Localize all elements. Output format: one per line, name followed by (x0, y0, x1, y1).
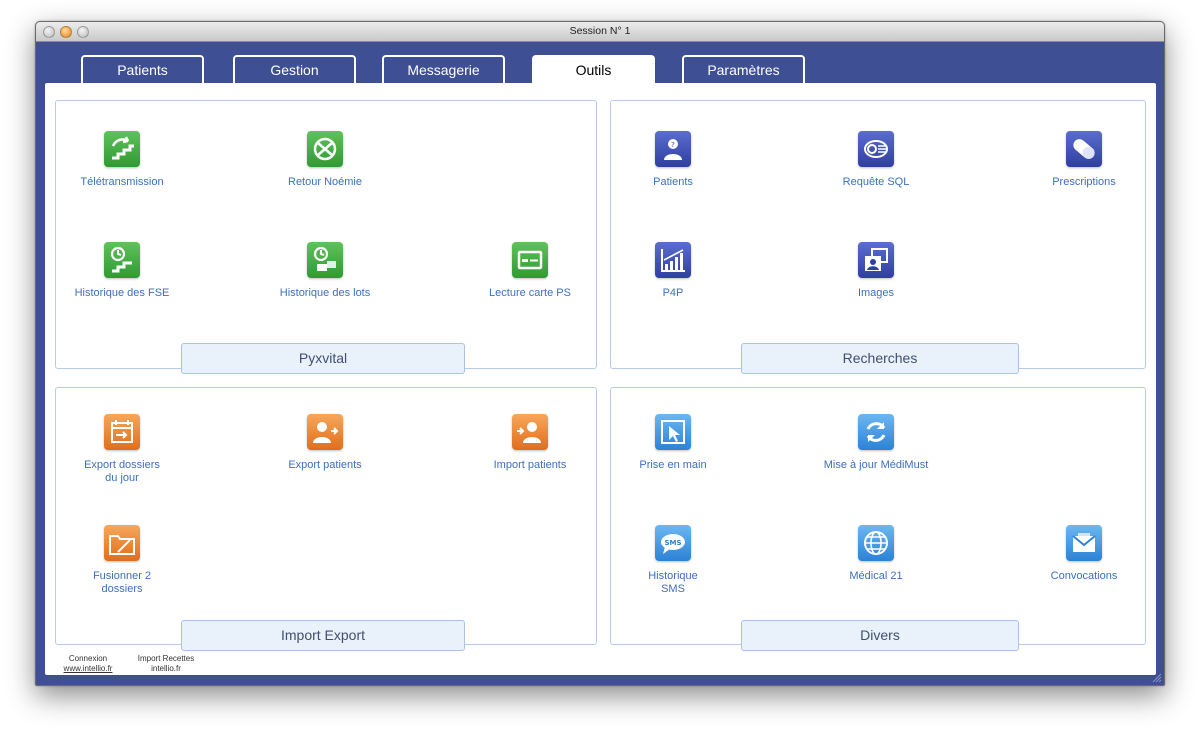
export-dossiers-jour-button[interactable]: Export dossiers du jour (52, 414, 192, 485)
retour-noemie-button[interactable]: Retour Noémie (255, 131, 395, 189)
historique-sms-label: Historique SMS (648, 570, 698, 595)
historique-lots-label: Historique des lots (279, 287, 371, 299)
convocations-label: Convocations (1050, 570, 1118, 582)
historique-fse-button[interactable]: Historique des FSE (52, 242, 192, 300)
app-window: Session N° 1 Patients Gestion Messagerie… (35, 21, 1165, 686)
noemie-return-icon (307, 131, 343, 167)
sms-icon: SMS (655, 525, 691, 561)
import-export-panel: Export dossiers du jour Export patients … (52, 387, 600, 651)
import-recettes-url[interactable]: intellio.fr (128, 664, 204, 674)
import-export-title: Import Export (181, 620, 465, 651)
calendar-export-icon (104, 414, 140, 450)
recherches-panel: ? Patients Requête SQL Prescriptions P4P… (610, 100, 1146, 374)
prescriptions-label: Prescriptions (1052, 176, 1116, 188)
prise-en-main-label: Prise en main (639, 459, 707, 471)
export-patients-button[interactable]: Export patients (255, 414, 395, 472)
images-button[interactable]: Images (806, 242, 946, 300)
lecture-carte-ps-label: Lecture carte PS (489, 287, 571, 299)
p4p-label: P4P (662, 287, 684, 299)
batch-history-icon (307, 242, 343, 278)
sql-query-icon (858, 131, 894, 167)
connexion-url[interactable]: www.intellio.fr (58, 664, 118, 674)
export-dossiers-jour-label: Export dossiers du jour (84, 459, 160, 484)
connexion-link[interactable]: Connexion www.intellio.fr (58, 654, 118, 674)
globe-icon (858, 525, 894, 561)
patients-search-button[interactable]: ? Patients (603, 131, 743, 189)
user-export-icon (307, 414, 343, 450)
title-bar: Session N° 1 (36, 22, 1164, 42)
pill-icon (1066, 131, 1102, 167)
svg-text:SMS: SMS (664, 539, 681, 547)
envelope-icon (1066, 525, 1102, 561)
window-title: Session N° 1 (569, 25, 631, 37)
teletransmission-icon (104, 131, 140, 167)
tab-parametres[interactable]: Paramètres (682, 55, 805, 84)
svg-text:?: ? (671, 141, 675, 149)
tab-outils[interactable]: Outils (532, 55, 655, 86)
remote-control-icon (655, 414, 691, 450)
tools-content: Télétransmission Retour Noémie Historiqu… (45, 83, 1156, 675)
patient-search-icon: ? (655, 131, 691, 167)
historique-fse-label: Historique des FSE (74, 287, 170, 299)
export-patients-label: Export patients (288, 459, 362, 471)
connexion-label: Connexion (68, 654, 108, 663)
requete-sql-button[interactable]: Requête SQL (806, 131, 946, 189)
images-label: Images (857, 287, 895, 299)
merge-folder-icon (104, 525, 140, 561)
historique-sms-button[interactable]: SMS Historique SMS (603, 525, 743, 596)
teletransmission-label: Télétransmission (80, 176, 164, 188)
convocations-button[interactable]: Convocations (1014, 525, 1154, 583)
medical-21-label: Médical 21 (849, 570, 903, 582)
divers-title: Divers (741, 620, 1019, 651)
import-patients-label: Import patients (493, 459, 567, 471)
tab-patients[interactable]: Patients (81, 55, 204, 84)
resize-grip-icon[interactable] (1152, 673, 1162, 683)
prise-en-main-button[interactable]: Prise en main (603, 414, 743, 472)
import-patients-button[interactable]: Import patients (460, 414, 600, 472)
fusionner-dossiers-button[interactable]: Fusionner 2 dossiers (52, 525, 192, 596)
teletransmission-button[interactable]: Télétransmission (52, 131, 192, 189)
user-import-icon (512, 414, 548, 450)
fusionner-dossiers-label: Fusionner 2 dossiers (92, 570, 152, 595)
images-icon (858, 242, 894, 278)
medical-21-button[interactable]: Médical 21 (806, 525, 946, 583)
divers-panel: Prise en main Mise à jour MédiMust SMS H… (610, 387, 1146, 651)
tab-gestion[interactable]: Gestion (233, 55, 356, 84)
import-recettes-link[interactable]: Import Recettes intellio.fr (128, 654, 204, 674)
ps-card-reader-icon (512, 242, 548, 278)
import-recettes-label: Import Recettes (137, 654, 195, 663)
lecture-carte-ps-button[interactable]: Lecture carte PS (460, 242, 600, 300)
prescriptions-button[interactable]: Prescriptions (1014, 131, 1154, 189)
historique-lots-button[interactable]: Historique des lots (255, 242, 395, 300)
recherches-title: Recherches (741, 343, 1019, 374)
pyxvital-panel: Télétransmission Retour Noémie Historiqu… (52, 100, 600, 374)
mise-a-jour-label: Mise à jour MédiMust (823, 459, 929, 471)
chart-icon (655, 242, 691, 278)
retour-noemie-label: Retour Noémie (288, 176, 362, 188)
requete-sql-label: Requête SQL (842, 176, 910, 188)
pyxvital-title: Pyxvital (181, 343, 465, 374)
fse-history-icon (104, 242, 140, 278)
refresh-icon (858, 414, 894, 450)
tab-messagerie[interactable]: Messagerie (382, 55, 505, 84)
mise-a-jour-button[interactable]: Mise à jour MédiMust (806, 414, 946, 472)
p4p-button[interactable]: P4P (603, 242, 743, 300)
patients-search-label: Patients (653, 176, 693, 188)
